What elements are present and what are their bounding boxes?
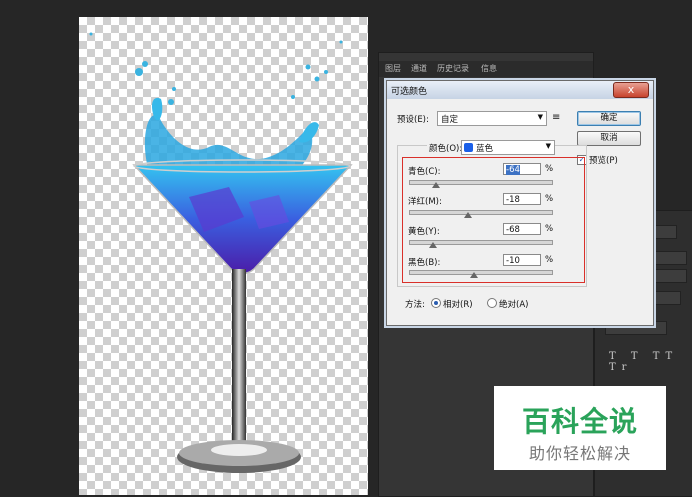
close-button[interactable]: x [613,82,649,98]
cyan-value: -64 [506,165,520,175]
dialog-title: 可选颜色 [391,87,428,97]
method-absolute-label: 绝对(A) [499,300,529,310]
preview-label: 预览(P) [589,156,618,166]
yellow-unit: % [545,224,554,234]
watermark-logo: 百科全说 助你轻松解决 [494,386,666,470]
cyan-slider[interactable] [409,180,553,188]
ok-button[interactable]: 确定 [577,111,641,126]
magenta-unit: % [545,194,554,204]
tab-history[interactable]: 历史记录 [437,63,469,74]
black-label: 黑色(B): [408,258,441,268]
yellow-value: -68 [506,225,520,235]
black-slider[interactable] [409,270,553,278]
cancel-button[interactable]: 取消 [577,131,641,146]
close-icon: x [627,83,635,96]
method-relative-label: 相对(R) [443,300,473,310]
colors-value: 蓝色 [476,144,494,154]
black-thumb[interactable] [469,272,478,278]
method-relative-radio[interactable] [431,298,441,308]
preset-value: 自定 [441,115,459,125]
tab-layers[interactable]: 图层 [385,63,401,74]
yellow-thumb[interactable] [428,242,437,248]
document-canvas[interactable] [79,17,368,495]
watermark-title: 百科全说 [521,405,638,438]
colors-label: 颜色(O): [427,142,465,154]
tab-channels[interactable]: 通道 [411,63,427,74]
chevron-down-icon: ▼ [537,113,543,121]
martini-glass-image [89,32,353,473]
cyan-thumb[interactable] [431,182,440,188]
magenta-thumb[interactable] [464,212,473,218]
tab-info[interactable]: 信息 [481,63,497,74]
black-value: -10 [506,256,520,266]
colors-select[interactable]: 蓝色 ▼ [461,140,555,155]
cyan-input[interactable]: -64 [503,163,541,175]
dialog-titlebar[interactable]: 可选颜色 x [387,81,653,99]
preset-label: 预设(E): [397,115,429,125]
black-unit: % [545,255,554,265]
watermark-subtitle: 助你轻松解决 [528,444,631,463]
method-label: 方法: [405,300,425,310]
black-input[interactable]: -10 [503,254,541,266]
yellow-input[interactable]: -68 [503,223,541,235]
chevron-down-icon: ▼ [545,142,551,150]
yellow-label: 黄色(Y): [408,227,440,237]
preset-select[interactable]: 自定 ▼ [437,111,547,126]
preset-menu-icon[interactable]: ≡ [552,112,560,123]
selective-color-dialog: 可选颜色 x 预设(E): 自定 ▼ ≡ 确定 取消 ✓ 预览(P) 颜色(O)… [386,80,654,326]
magenta-slider[interactable] [409,210,553,218]
blue-swatch-icon [464,143,473,152]
panel-tab-bar: 图层 通道 历史记录 信息 [379,61,593,77]
magenta-value: -18 [506,195,520,205]
cyan-label: 青色(C): [408,167,441,177]
magenta-label: 洋红(M): [408,197,442,207]
yellow-slider[interactable] [409,240,553,248]
magenta-input[interactable]: -18 [503,193,541,205]
method-absolute-radio[interactable] [487,298,497,308]
character-style-buttons[interactable]: T T TT Tr [609,351,692,373]
cyan-unit: % [545,164,554,174]
